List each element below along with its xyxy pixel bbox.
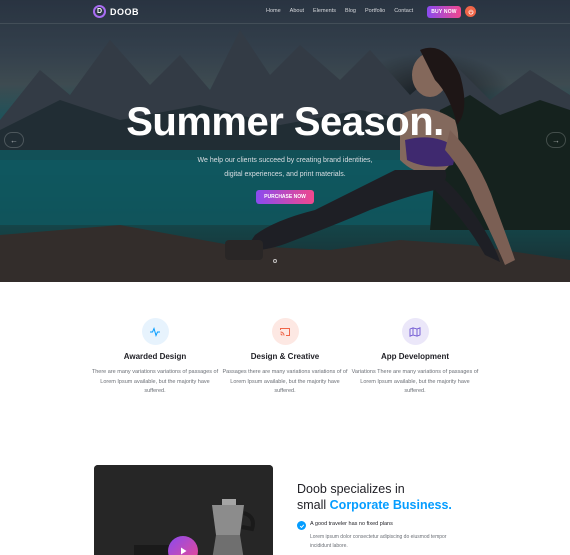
list-item-description: Lorem ipsum dolor consectetur adipiscing… (310, 534, 447, 549)
logo-text: DOOB (110, 6, 139, 17)
cast-icon (271, 318, 299, 345)
logo[interactable]: D DOOB (93, 5, 139, 18)
nav-item-elements[interactable]: Elements (313, 8, 336, 14)
about-title-line1: Doob specializes in (297, 482, 405, 496)
check-icon (297, 521, 306, 530)
about-title-highlight: Corporate Business. (329, 498, 452, 512)
nav-item-blog[interactable]: Blog (345, 8, 356, 14)
buy-now-button[interactable]: BUY NOW (427, 6, 461, 18)
slider-dot[interactable] (273, 259, 277, 263)
logo-mark: D (93, 5, 106, 18)
feature-app-development: App Development Variations There are man… (340, 318, 490, 397)
feature-design-creative: Design & Creative Passages there are man… (210, 318, 360, 397)
nav-item-home[interactable]: Home (266, 8, 281, 14)
list-item-title: A good traveler has no fixed plans (310, 521, 393, 527)
power-button[interactable] (465, 6, 476, 17)
power-icon (468, 9, 473, 14)
hero-title: Summer Season. (126, 100, 444, 144)
hero-subtitle-line1: We help our clients succeed by creating … (197, 157, 373, 164)
feature-description: Variations There are many variations of … (351, 369, 479, 394)
hero-subtitle-line2: digital experiences, and print materials… (224, 171, 346, 178)
purchase-now-button[interactable]: PURCHASE NOW (256, 190, 314, 204)
activity-icon (141, 318, 169, 345)
hero-banner: D DOOB Home About Elements Blog Portfoli… (0, 0, 570, 282)
map-icon (401, 318, 429, 345)
nav-item-about[interactable]: About (290, 8, 304, 14)
hero-subtitle: We help our clients succeed by creating … (0, 154, 570, 182)
feature-title: Design & Creative (250, 352, 320, 361)
top-navigation: D DOOB Home About Elements Blog Portfoli… (0, 0, 570, 24)
nav-item-portfolio[interactable]: Portfolio (365, 8, 385, 14)
about-title-line2: small Corporate Business. (297, 497, 452, 513)
feature-title: Awarded Design (123, 352, 187, 361)
feature-awarded-design: Awarded Design There are many variations… (80, 318, 230, 397)
feature-description: There are many variations variations of … (91, 369, 219, 394)
feature-description: Passages there are many variations varia… (222, 369, 348, 394)
about-title-prefix: small (297, 498, 330, 512)
about-title: Doob specializes in small Corporate Busi… (297, 481, 452, 513)
play-icon (181, 547, 187, 555)
feature-title: App Development (380, 352, 449, 361)
nav-item-contact[interactable]: Contact (394, 8, 413, 14)
main-menu: Home About Elements Blog Portfolio Conta… (266, 8, 413, 14)
